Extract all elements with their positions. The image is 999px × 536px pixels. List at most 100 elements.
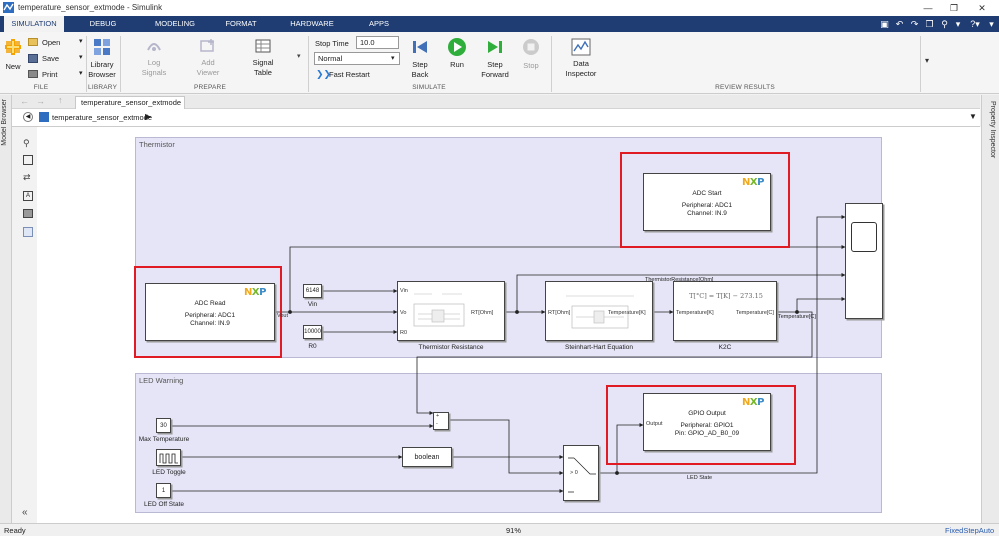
port-vo: Vo [400, 310, 407, 316]
open-button[interactable]: Open ▾ [28, 37, 88, 49]
gpio-output-peripheral: Peripheral: GPIO1 [680, 422, 734, 429]
led-off-state-block[interactable]: 1 [156, 483, 171, 498]
log-signals-icon[interactable] [146, 38, 162, 54]
signal-table-button[interactable]: Signal Table [244, 58, 282, 78]
ribbon-more-dropdown-icon[interactable]: ▾ [925, 56, 929, 65]
zoom-icon[interactable]: ⚲ [23, 138, 30, 149]
prepare-gallery-dropdown-icon[interactable]: ▾ [297, 52, 307, 62]
navigation-bar: ← → ↑ temperature_sensor_extmode [12, 95, 980, 109]
new-label: New [5, 62, 21, 71]
tab-simulation[interactable]: SIMULATION [4, 16, 64, 32]
gpio-output-block[interactable]: NXP Output GPIO Output Peripheral: GPIO1… [643, 393, 771, 451]
switch-threshold: > 0 [570, 470, 578, 476]
search-quick-icon[interactable]: ⚲ [938, 18, 951, 30]
scope-block[interactable] [845, 203, 883, 319]
hide-show-explorer-icon[interactable]: ◀ [23, 112, 33, 122]
property-inspector-strip[interactable]: Property Inspector [981, 95, 999, 523]
step-back-button[interactable]: Step Back [402, 60, 438, 80]
address-dropdown-icon[interactable]: ▼ [969, 112, 977, 121]
breadcrumb[interactable]: temperature_sensor_extmode [52, 113, 152, 122]
help-icon[interactable]: ?▾ [966, 18, 984, 30]
redo-quick-icon[interactable]: ↷ [908, 18, 921, 30]
zoom-level[interactable]: 91% [506, 526, 521, 535]
breadcrumb-chevron-icon[interactable]: ▶ [145, 112, 151, 121]
solver-link[interactable]: FixedStepAuto [945, 526, 994, 535]
maximize-button[interactable]: ❐ [942, 1, 966, 15]
signal-sum-out [449, 419, 564, 475]
tab-format[interactable]: FORMAT [218, 16, 264, 32]
tab-debug[interactable]: DEBUG [80, 16, 126, 32]
stop-icon[interactable] [522, 38, 540, 56]
log-signals-button[interactable]: Log Signals [135, 58, 173, 78]
add-viewer-icon[interactable] [200, 38, 216, 54]
adc-start-block[interactable]: NXP ADC Start Peripheral: ADC1 Channel: … [643, 173, 771, 231]
led-toggle-block[interactable] [156, 449, 181, 466]
r0-constant-block[interactable]: 10000 [303, 325, 322, 339]
run-button[interactable]: Run [442, 60, 472, 69]
k2c-label: K2C [718, 344, 732, 351]
stop-button[interactable]: Stop [516, 61, 546, 70]
model-browser-strip[interactable]: Model Browser [0, 95, 12, 523]
step-forward-button[interactable]: Step Forward [477, 60, 513, 80]
adc-read-peripheral: Peripheral: ADC1 [184, 312, 236, 319]
save-quick-icon[interactable]: ▣ [878, 18, 891, 30]
scope-screen-icon [851, 222, 877, 252]
vin-constant-block[interactable]: 6148 [303, 284, 322, 298]
adc-start-channel: Channel: IN.9 [687, 210, 727, 217]
k2c-block[interactable]: T[°C] = T[K] − 273.15 Temperature[K] Tem… [673, 281, 777, 341]
forward-arrow-icon[interactable]: → [36, 96, 45, 106]
adc-read-block[interactable]: NXP ADC Read Peripheral: ADC1 Channel: I… [145, 283, 275, 341]
signal-table-icon[interactable] [255, 38, 271, 54]
annotation-icon[interactable]: A [23, 191, 33, 201]
area-tool-icon[interactable] [23, 227, 33, 237]
add-viewer-button[interactable]: Add Viewer [189, 58, 227, 78]
collapse-palette-icon[interactable]: « [22, 507, 28, 518]
quick-access-dropdown-icon[interactable]: ▾ [953, 18, 963, 30]
vin-constant-label: Vin [307, 301, 318, 308]
pulse-generator-icon [159, 453, 178, 464]
save-button[interactable]: Save ▾ [28, 53, 88, 65]
chevron-down-icon: ▾ [79, 38, 83, 45]
library-browser-icon[interactable] [93, 38, 111, 56]
fast-restart-button[interactable]: Fast Restart [329, 70, 370, 79]
undo-quick-icon[interactable]: ↶ [893, 18, 906, 30]
up-arrow-icon[interactable]: ↑ [58, 95, 63, 105]
switch-block[interactable]: > 0 [563, 445, 599, 501]
collapse-ribbon-icon[interactable]: ▾ [985, 18, 998, 30]
boolean-block[interactable]: boolean [402, 447, 452, 467]
window-title: temperature_sensor_extmode - Simulink [18, 3, 163, 12]
step-back-icon[interactable] [411, 38, 429, 56]
run-icon[interactable] [447, 37, 467, 57]
tab-apps[interactable]: APPS [360, 16, 398, 32]
signal-temp-c-to-scope [777, 297, 846, 313]
led-toggle-label: LED Toggle [152, 469, 186, 476]
stop-time-input[interactable]: 10.0 [356, 36, 399, 49]
library-browser-button[interactable]: Library Browser [86, 60, 118, 80]
simulation-mode-select[interactable]: Normal ▾ [314, 52, 400, 65]
thermistor-resistance-label: Thermistor Resistance [418, 344, 484, 351]
minimize-button[interactable]: — [916, 1, 940, 15]
arrow-tool-icon[interactable]: ⇄ [23, 172, 31, 183]
max-temperature-block[interactable]: 30 [156, 418, 171, 433]
fast-restart-icon: ❯❯ [316, 69, 332, 79]
step-forward-icon[interactable] [486, 38, 504, 56]
print-button[interactable]: Print ▾ [28, 69, 88, 81]
model-canvas[interactable]: Thermistor LED Warning NXP ADC Start Per… [37, 127, 981, 523]
thermistor-resistance-block[interactable]: Vin Vo R0 RT[Ohm] [397, 281, 505, 341]
new-button[interactable] [4, 38, 22, 62]
data-inspector-icon[interactable] [571, 38, 591, 56]
canvas-tool-palette: ⚲ ⇄ A « [20, 127, 36, 523]
copy-quick-icon[interactable]: ❐ [923, 18, 936, 30]
data-inspector-button[interactable]: Data Inspector [560, 59, 602, 79]
tab-modeling[interactable]: MODELING [146, 16, 204, 32]
close-button[interactable]: ✕ [970, 1, 994, 15]
sum-block[interactable]: + - [433, 412, 449, 430]
image-icon[interactable] [23, 209, 33, 218]
tab-hardware[interactable]: HARDWARE [283, 16, 341, 32]
led-off-state-label: LED Off State [144, 501, 184, 508]
nxp-logo: NXP [742, 397, 764, 408]
back-arrow-icon[interactable]: ← [20, 96, 29, 106]
steinhart-hart-block[interactable]: RT[Ohm] Temperature[K] [545, 281, 653, 341]
model-tab[interactable]: temperature_sensor_extmode [75, 96, 185, 109]
fit-to-view-icon[interactable] [23, 155, 33, 165]
